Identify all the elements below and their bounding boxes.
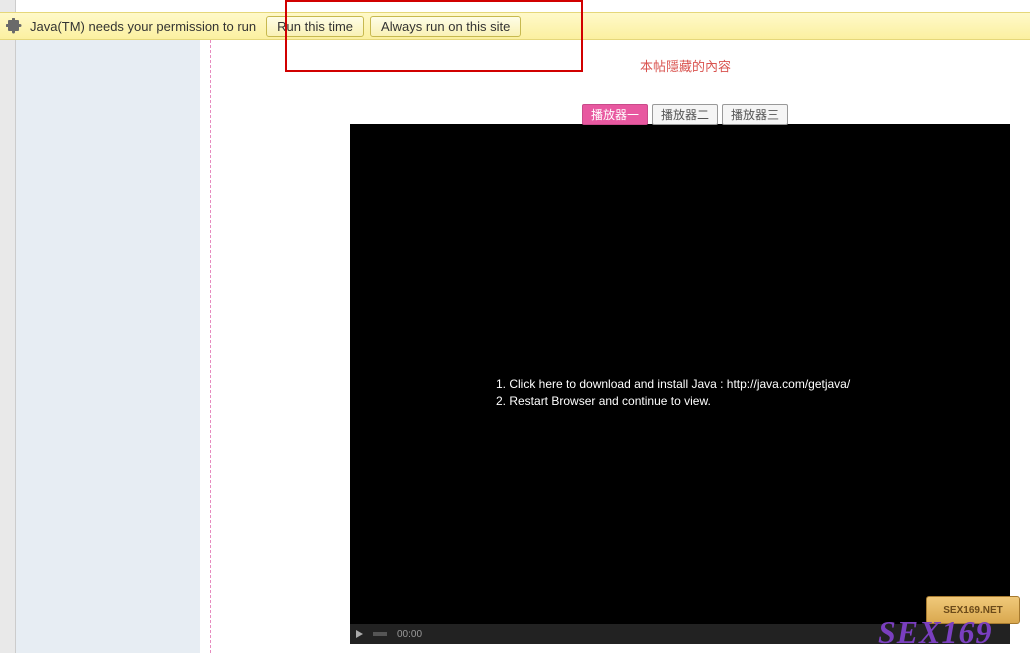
sidebar-panel	[16, 40, 200, 653]
progress-bar[interactable]	[373, 632, 387, 636]
run-this-time-button[interactable]: Run this time	[266, 16, 364, 37]
puzzle-icon	[6, 18, 22, 34]
hidden-content-notice: 本帖隱藏的內容	[640, 56, 731, 75]
player-tab-2[interactable]: 播放器二	[652, 104, 718, 125]
plugin-permission-bar: Java(TM) needs your permission to run Ru…	[0, 12, 1030, 40]
dashed-divider	[210, 40, 211, 653]
player-tabs: 播放器一 播放器二 播放器三	[582, 104, 788, 125]
player-tab-3[interactable]: 播放器三	[722, 104, 788, 125]
video-player: 1. Click here to download and install Ja…	[350, 124, 1010, 644]
video-message-line-1[interactable]: 1. Click here to download and install Ja…	[496, 376, 850, 393]
time-display: 00:00	[397, 629, 422, 640]
scrollbar-vertical[interactable]	[0, 0, 16, 653]
always-run-button[interactable]: Always run on this site	[370, 16, 521, 37]
player-tab-1[interactable]: 播放器一	[582, 104, 648, 125]
video-message-line-2: 2. Restart Browser and continue to view.	[496, 393, 850, 410]
plugin-message: Java(TM) needs your permission to run	[30, 19, 256, 34]
play-icon[interactable]	[356, 630, 363, 638]
video-message: 1. Click here to download and install Ja…	[496, 376, 850, 410]
watermark-text: SEX169	[878, 614, 992, 651]
